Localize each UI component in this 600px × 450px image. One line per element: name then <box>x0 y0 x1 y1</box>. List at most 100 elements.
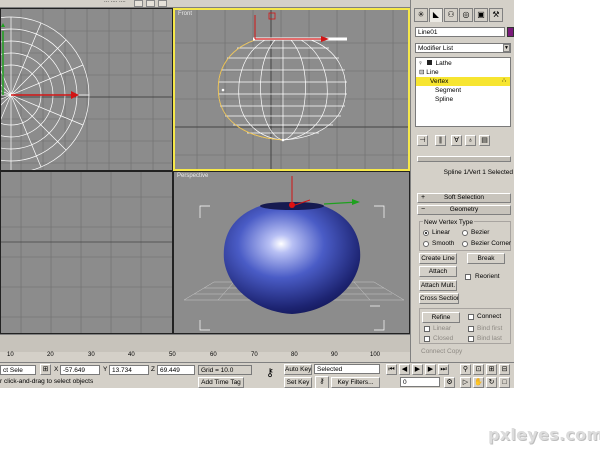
timeline-tick: 10 <box>7 352 14 358</box>
toolbar-button[interactable] <box>158 0 167 7</box>
display-tab-icon[interactable]: ▣ <box>474 8 488 22</box>
go-to-end-icon[interactable]: ⏭ <box>438 364 449 375</box>
zoom-icon[interactable]: ⚲ <box>460 364 471 375</box>
modifier-list-dropdown[interactable]: Modifier List <box>415 43 511 53</box>
previous-frame-icon[interactable]: ◀ <box>399 364 410 375</box>
viewport-top[interactable] <box>0 8 173 171</box>
object-color-swatch[interactable] <box>507 27 514 37</box>
toolbar-button[interactable] <box>146 0 155 7</box>
trackbar[interactable] <box>0 334 410 352</box>
stack-item-label: Segment <box>435 87 462 94</box>
play-icon[interactable]: ▶ <box>412 364 423 375</box>
stack-item-spline[interactable]: Spline <box>416 95 510 104</box>
lock-selection-icon[interactable]: ⊞ <box>40 364 51 375</box>
stack-item-line[interactable]: ⊟ Line <box>416 68 510 77</box>
x-coordinate-field[interactable]: -57.649 <box>60 365 100 375</box>
create-line-button[interactable]: Create Line <box>419 253 457 264</box>
stack-item-vertex[interactable]: Vertex ∴ <box>416 77 510 86</box>
make-unique-icon[interactable]: ∀ <box>451 135 462 146</box>
timeline-tick: 30 <box>88 352 95 358</box>
watermark-logo: pxleyes.com <box>488 425 600 444</box>
auto-key-button[interactable]: Auto Key <box>284 364 312 375</box>
go-to-start-icon[interactable]: ⏮ <box>386 364 397 375</box>
viewport-left[interactable] <box>0 171 173 334</box>
bezier-corner-radio[interactable] <box>462 241 468 247</box>
viewport-front[interactable]: Front <box>173 8 410 171</box>
break-button[interactable]: Break <box>467 253 505 264</box>
perspective-render <box>183 176 405 331</box>
stack-item-segment[interactable]: Segment <box>416 86 510 95</box>
attach-mult-button[interactable]: Attach Mult. <box>419 280 457 291</box>
zoom-extents-all-icon[interactable]: ⊟ <box>499 364 510 375</box>
add-time-tag-button[interactable]: Add Time Tag <box>198 377 244 388</box>
connect-copy-label: Connect Copy <box>421 348 463 355</box>
collapse-icon[interactable]: ⊟ <box>419 69 424 76</box>
expand-icon: + <box>421 194 426 201</box>
connect-label: Connect <box>477 313 502 320</box>
orbit-icon[interactable]: ↻ <box>486 377 497 388</box>
timeline-tick: 50 <box>169 352 176 358</box>
time-config-icon[interactable]: ⚙ <box>444 377 455 388</box>
create-tab-icon[interactable]: ✳ <box>414 8 428 22</box>
stack-tools: ⊣ ∥ ∀ ♁ ▤ <box>415 133 511 149</box>
key-icon-large[interactable]: ⚷ <box>315 376 329 388</box>
show-end-result-icon[interactable]: ∥ <box>435 135 446 146</box>
hierarchy-tab-icon[interactable]: ⚇ <box>444 8 458 22</box>
linear-radio[interactable] <box>423 230 429 236</box>
smooth-radio[interactable] <box>423 241 429 247</box>
viewport-perspective[interactable]: Perspective <box>173 171 410 334</box>
closed-checkbox[interactable] <box>424 336 430 342</box>
object-name-field[interactable]: Line01 <box>415 27 505 37</box>
top-view-wireframe <box>1 9 172 170</box>
stack-item-lathe[interactable]: ♀ Lathe <box>416 59 510 68</box>
key-mode-select[interactable]: Selected <box>314 364 380 374</box>
timeline-tick: 90 <box>331 352 338 358</box>
connect-checkbox[interactable] <box>468 314 474 320</box>
z-coordinate-field[interactable]: 69.449 <box>157 365 195 375</box>
toolbar-button[interactable] <box>134 0 143 7</box>
maximize-viewport-icon[interactable]: □ <box>499 377 510 388</box>
modify-tab-icon[interactable]: ◣ <box>429 8 443 22</box>
stack-item-label: Lathe <box>435 60 452 67</box>
reorient-label: Reorient <box>475 273 500 280</box>
remove-modifier-icon[interactable]: ♁ <box>465 135 476 146</box>
geometry-rollout[interactable]: − Geometry <box>417 205 511 215</box>
zoom-all-icon[interactable]: ⊡ <box>473 364 484 375</box>
pan-icon[interactable]: ✋ <box>473 377 484 388</box>
field-of-view-icon[interactable]: ▷ <box>460 377 471 388</box>
next-frame-icon[interactable]: ▶ <box>425 364 436 375</box>
bezier-radio[interactable] <box>462 230 468 236</box>
bind-first-label: Bind first <box>477 325 503 332</box>
pin-stack-icon[interactable]: ⊣ <box>417 135 428 146</box>
cross-section-button[interactable]: Cross Section <box>419 293 459 304</box>
soft-selection-rollout[interactable]: + Soft Selection <box>417 193 511 203</box>
modifier-stack: ♀ Lathe ⊟ Line Vertex ∴ Segment Spline <box>415 57 511 127</box>
y-coordinate-field[interactable]: 13.734 <box>109 365 149 375</box>
timeline-tick: 100 <box>370 352 381 358</box>
status-bar: ct Sele ⊞ X -57.649 Y 13.734 Z 69.449 Gr… <box>0 362 514 388</box>
rollout-title: Geometry <box>449 206 479 213</box>
linear-label: Linear <box>433 325 452 332</box>
current-frame-field[interactable]: 0 <box>400 377 440 387</box>
command-panel-tabs: ✳ ◣ ⚇ ◎ ▣ ⚒ <box>414 8 512 22</box>
rollout-title: Soft Selection <box>443 194 485 201</box>
motion-tab-icon[interactable]: ◎ <box>459 8 473 22</box>
key-icon[interactable]: ⚷ <box>262 368 278 380</box>
lightbulb-icon[interactable]: ♀ <box>418 60 423 67</box>
new-vertex-type-group: New Vertex Type Linear Bezier Smooth Bez… <box>419 218 511 251</box>
max-window: ... .... .... Front Perspective 10 20 30… <box>0 0 514 388</box>
bind-last-checkbox[interactable] <box>468 336 474 342</box>
linear-checkbox[interactable] <box>424 326 430 332</box>
utilities-tab-icon[interactable]: ⚒ <box>489 8 503 22</box>
key-filters-button[interactable]: Key Filters... <box>331 377 380 388</box>
zoom-extents-icon[interactable]: ⊞ <box>486 364 497 375</box>
group-title: New Vertex Type <box>423 218 475 228</box>
configure-sets-icon[interactable]: ▤ <box>479 135 490 146</box>
timeline-tick: 70 <box>251 352 258 358</box>
attach-button[interactable]: Attach <box>419 266 457 277</box>
reorient-checkbox[interactable] <box>465 274 471 280</box>
set-key-button[interactable]: Set Key <box>284 377 312 388</box>
bind-first-checkbox[interactable] <box>468 326 474 332</box>
refine-button[interactable]: Refine <box>422 312 460 323</box>
chevron-down-icon[interactable]: ▼ <box>503 44 510 52</box>
